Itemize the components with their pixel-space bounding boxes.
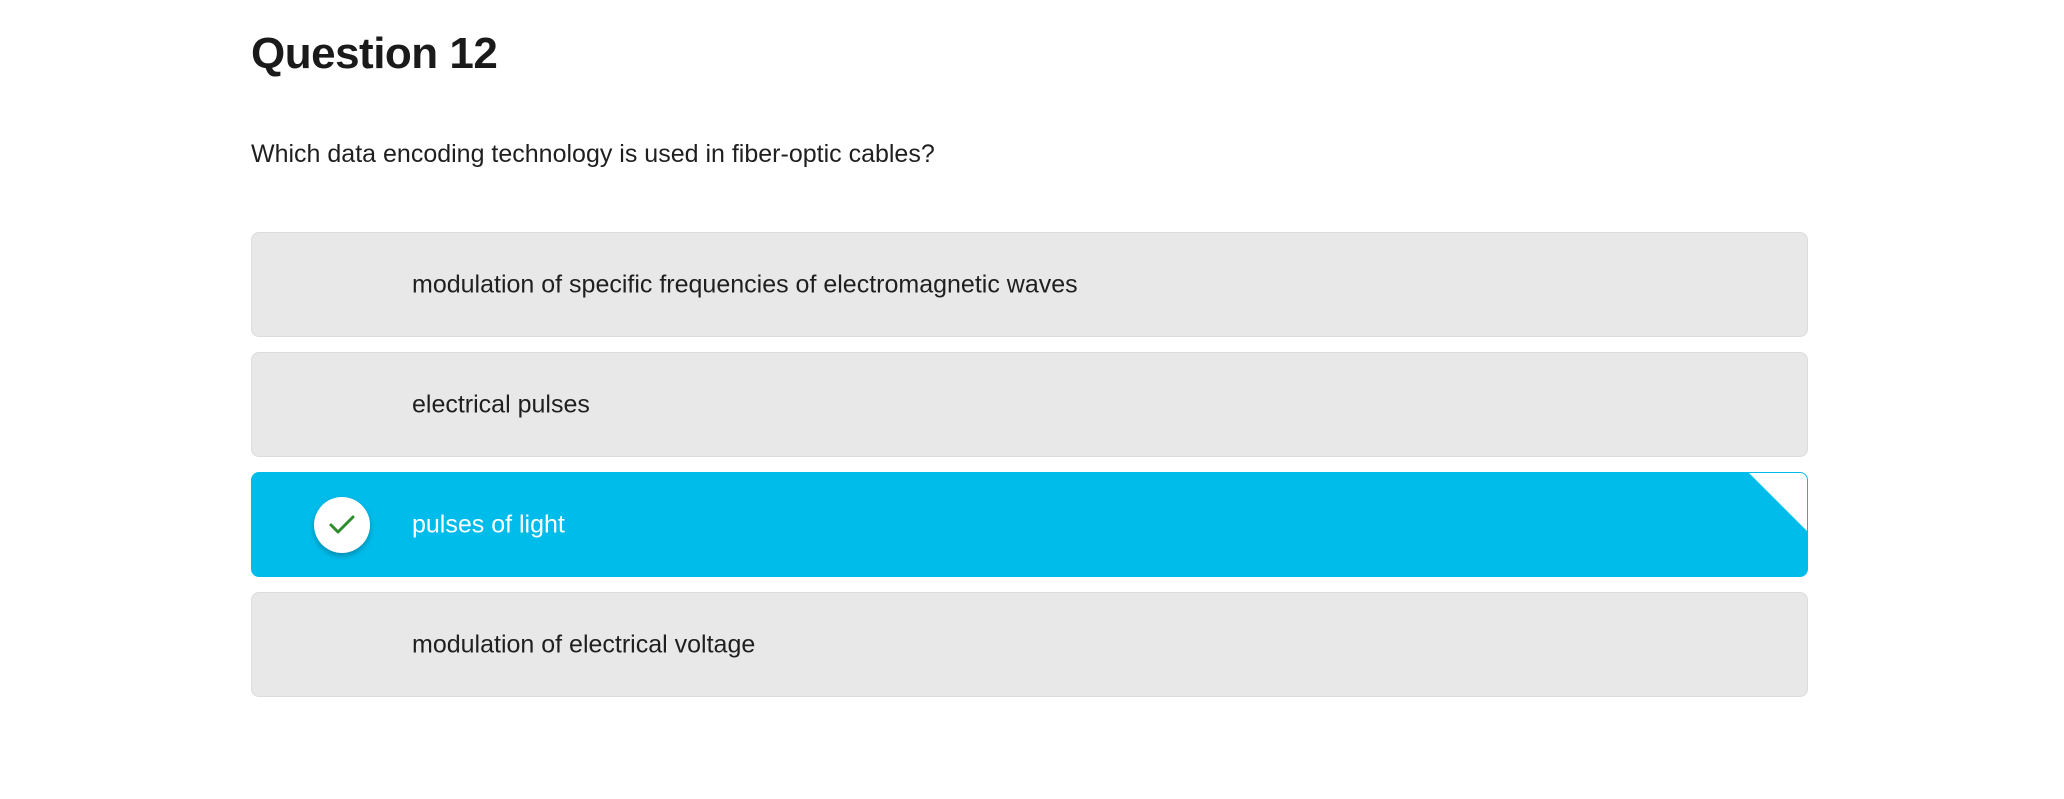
answer-option-3[interactable]: pulses of light [251, 472, 1808, 577]
answer-option-1[interactable]: modulation of specific frequencies of el… [251, 232, 1808, 337]
question-prompt: Which data encoding technology is used i… [251, 140, 935, 168]
answer-option-label: pulses of light [412, 510, 565, 538]
checkmark-icon [314, 496, 370, 553]
answer-options: modulation of specific frequencies of el… [251, 232, 1808, 712]
answer-option-4[interactable]: modulation of electrical voltage [251, 592, 1808, 697]
checkmark-glyph [329, 515, 355, 533]
answer-option-2[interactable]: electrical pulses [251, 352, 1808, 457]
answer-option-label: modulation of specific frequencies of el… [412, 270, 1078, 298]
selected-corner-fold [1749, 473, 1807, 531]
answer-option-label: modulation of electrical voltage [412, 630, 756, 658]
answer-option-label: electrical pulses [412, 390, 590, 418]
question-title: Question 12 [251, 29, 498, 78]
